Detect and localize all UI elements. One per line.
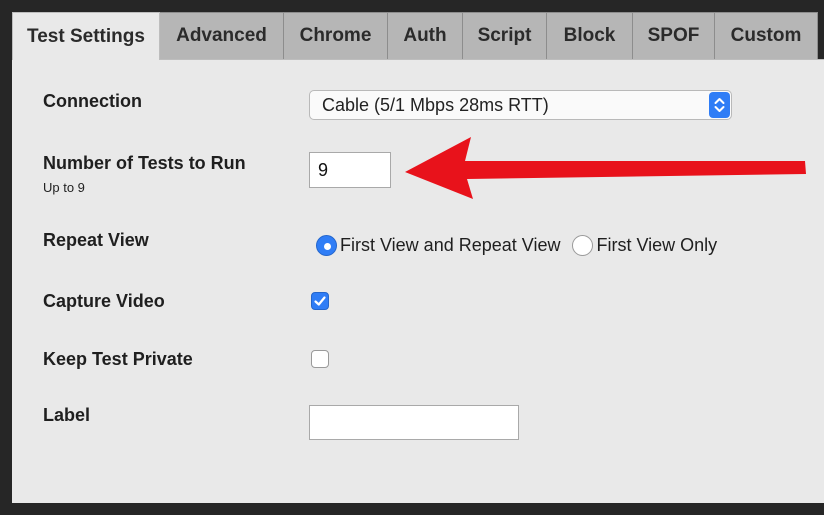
num-tests-label: Number of Tests to Run [43, 153, 246, 173]
tab-auth[interactable]: Auth [387, 12, 463, 59]
repeat-view-options: First View and Repeat View First View On… [316, 232, 717, 258]
tab-block[interactable]: Block [546, 12, 633, 59]
red-arrow-annotation [405, 137, 806, 199]
keep-private-checkbox[interactable] [311, 350, 329, 368]
radio-first-view-only[interactable] [572, 234, 594, 256]
tab-chrome[interactable]: Chrome [283, 12, 388, 59]
tab-advanced[interactable]: Advanced [159, 12, 284, 59]
radio-first-view-only-label[interactable]: First View Only [596, 235, 717, 256]
radio-first-and-repeat-view-label[interactable]: First View and Repeat View [340, 235, 560, 256]
test-label-input[interactable] [309, 405, 519, 440]
num-tests-hint: Up to 9 [43, 180, 85, 195]
tab-custom[interactable]: Custom [714, 12, 818, 59]
num-tests-value: 9 [318, 159, 329, 180]
chevron-up-down-icon [709, 92, 730, 118]
keep-private-label: Keep Test Private [43, 349, 193, 369]
tab-bar: Test Settings Advanced Chrome Auth Scrip… [12, 12, 818, 60]
settings-window: Test Settings Advanced Chrome Auth Scrip… [0, 0, 824, 515]
tab-spof[interactable]: SPOF [632, 12, 715, 59]
radio-first-and-repeat-view[interactable] [316, 234, 337, 256]
num-tests-input[interactable]: 9 [309, 152, 391, 188]
repeat-view-label: Repeat View [43, 230, 149, 250]
connection-label: Connection [43, 91, 142, 111]
capture-video-checkbox[interactable] [311, 292, 329, 310]
tab-test-settings[interactable]: Test Settings [12, 12, 160, 60]
tab-script[interactable]: Script [462, 12, 547, 59]
connection-select[interactable]: Cable (5/1 Mbps 28ms RTT) [309, 90, 732, 120]
connection-select-value: Cable (5/1 Mbps 28ms RTT) [322, 94, 549, 115]
capture-video-label: Capture Video [43, 291, 165, 311]
test-label-label: Label [43, 405, 91, 425]
checkmark-icon [314, 296, 326, 306]
